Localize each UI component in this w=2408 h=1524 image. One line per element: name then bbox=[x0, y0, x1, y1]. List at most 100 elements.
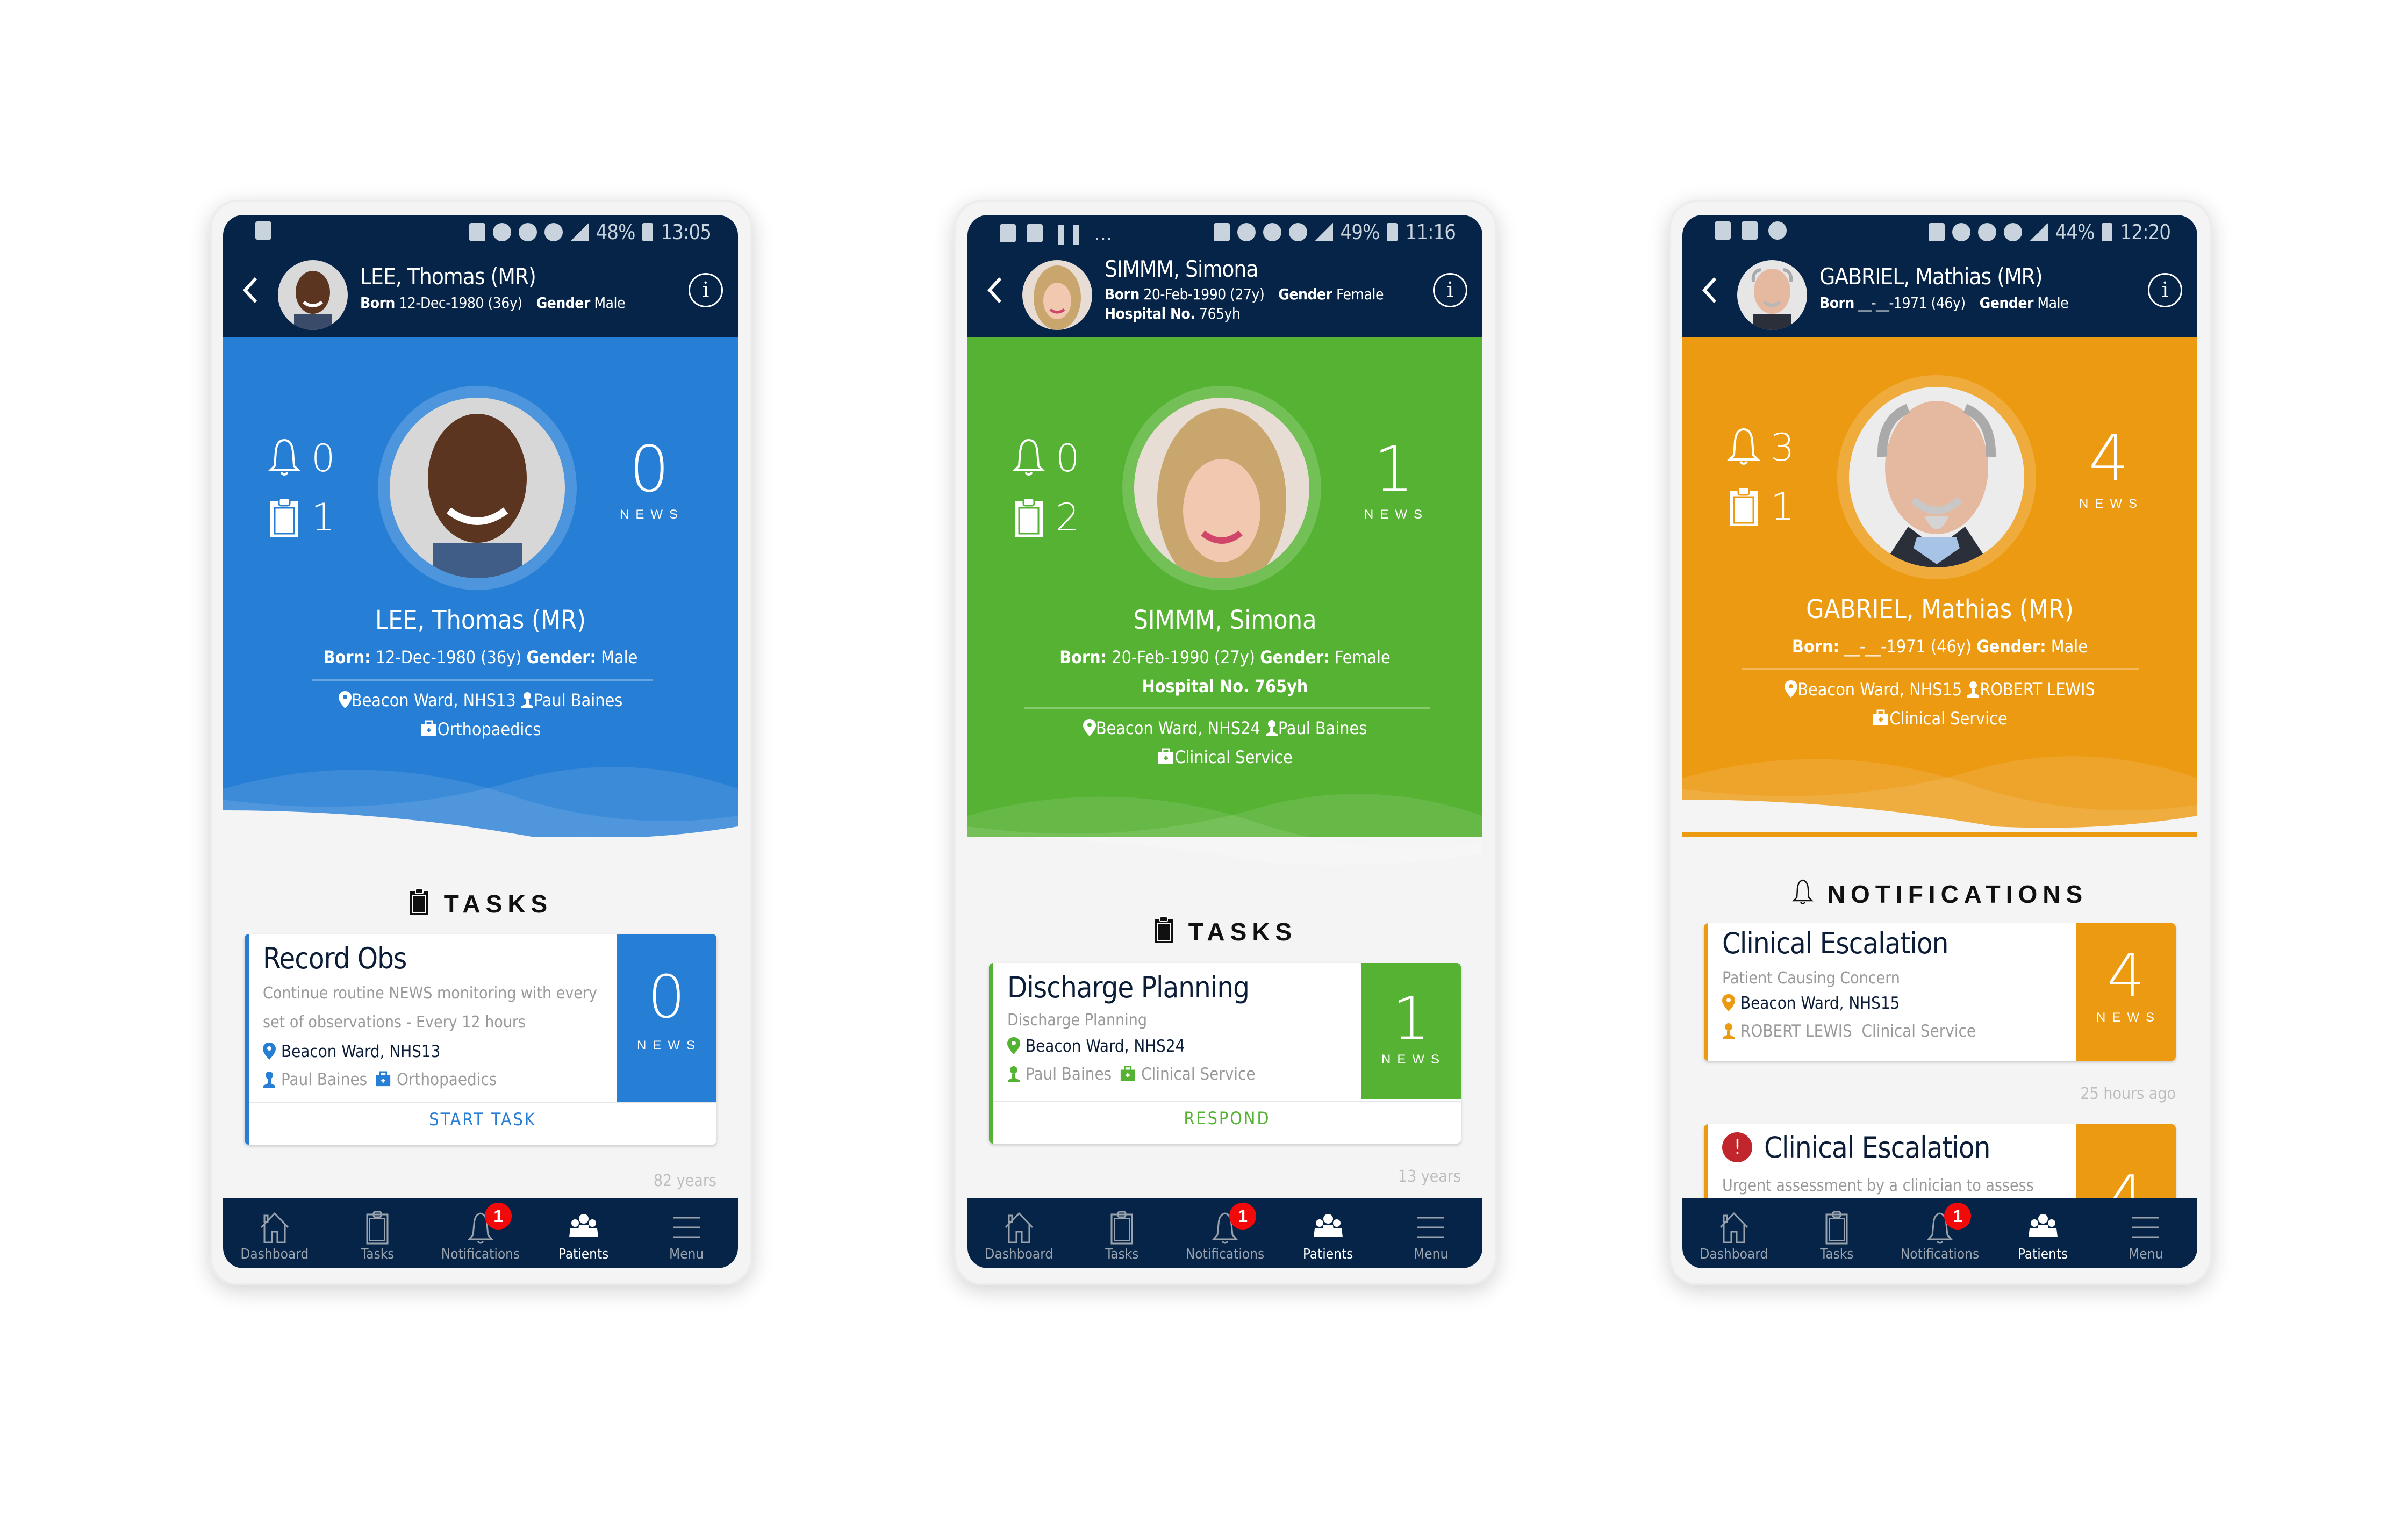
medical-kit-icon bbox=[1158, 748, 1174, 764]
hero-service-row: Clinical Service bbox=[1682, 704, 2197, 733]
nav-tasks[interactable]: Tasks bbox=[1786, 1198, 1889, 1268]
alarm-icon bbox=[1977, 223, 1996, 241]
clipboard-icon bbox=[1110, 1211, 1133, 1245]
medical-kit-icon bbox=[1120, 1066, 1135, 1081]
back-button[interactable] bbox=[1696, 274, 1723, 312]
tasks-count-row[interactable]: 2 bbox=[1012, 488, 1080, 547]
pause-icon: ❚❚ bbox=[1054, 221, 1084, 245]
hamburger-menu-icon bbox=[673, 1217, 700, 1238]
start-task-button[interactable]: START TASK bbox=[249, 1102, 716, 1145]
task-news-value: 1 bbox=[1392, 984, 1430, 1053]
hero-divider bbox=[1024, 707, 1430, 709]
top-bar: 48% 13:05 LEE, Thomas (MR) Born 12-Dec-1… bbox=[223, 215, 738, 337]
patient-hero: 3 1 4 NEWS GABRIEL, Mathias (MR) Born: _… bbox=[1682, 337, 2197, 837]
nav-menu[interactable]: Menu bbox=[1379, 1198, 1482, 1268]
clock: 13:05 bbox=[661, 220, 712, 244]
outlook-icon bbox=[1027, 224, 1043, 242]
notification-news-label: NEWS bbox=[2096, 1010, 2161, 1025]
gender-value: Male bbox=[601, 647, 638, 667]
nav-menu[interactable]: Menu bbox=[2094, 1198, 2197, 1268]
map-pin-icon bbox=[263, 1043, 276, 1060]
task-ward: Beacon Ward, NHS13 bbox=[281, 1042, 441, 1061]
gallery-icon bbox=[1000, 224, 1016, 242]
born-value: __-__-1971 (46y) bbox=[1844, 636, 1972, 657]
task-news-label: NEWS bbox=[637, 1038, 701, 1053]
nav-label: Patients bbox=[558, 1246, 609, 1262]
task-check-icon bbox=[1715, 221, 1731, 240]
task-card[interactable]: Discharge Planning Discharge Planning Be… bbox=[989, 963, 1461, 1144]
nav-tasks[interactable]: Tasks bbox=[1071, 1198, 1174, 1268]
ward-value: Beacon Ward, NHS15 bbox=[1797, 679, 1962, 700]
nav-notifications[interactable]: Notifications 1 bbox=[429, 1198, 532, 1268]
nav-patients[interactable]: Patients bbox=[1991, 1198, 2095, 1268]
nav-notifications[interactable]: Notifications 1 bbox=[1888, 1198, 1991, 1268]
notifications-count-row[interactable]: 0 bbox=[267, 429, 335, 488]
info-button[interactable]: i bbox=[1433, 273, 1467, 307]
hamburger-menu-icon bbox=[1417, 1217, 1445, 1238]
notifications-count: 0 bbox=[1056, 436, 1080, 480]
header-patient-name: SIMMM, Simona bbox=[1105, 256, 1258, 282]
task-description: Continue routine NEWS monitoring with ev… bbox=[263, 984, 597, 1032]
news-score: 1 NEWS bbox=[1348, 434, 1439, 522]
task-card[interactable]: Record Obs Continue routine NEWS monitor… bbox=[245, 934, 716, 1145]
gender-label: Gender bbox=[1979, 294, 2034, 312]
nav-menu[interactable]: Menu bbox=[635, 1198, 738, 1268]
nav-dashboard[interactable]: Dashboard bbox=[968, 1198, 1071, 1268]
wifi-icon bbox=[1288, 223, 1307, 241]
hero-service-row: Orthopaedics bbox=[223, 715, 738, 744]
task-ward-row: Beacon Ward, NHS13 bbox=[263, 1038, 440, 1065]
nav-tasks[interactable]: Tasks bbox=[326, 1198, 429, 1268]
section-title-tasks: TASKS bbox=[223, 888, 738, 918]
born-label: Born bbox=[360, 294, 395, 312]
card-stripe bbox=[1704, 923, 1708, 1061]
battery-percent: 44% bbox=[2055, 220, 2095, 244]
notification-clinician: ROBERT LEWIS bbox=[1740, 1022, 1852, 1041]
tasks-count-row[interactable]: 1 bbox=[267, 488, 335, 547]
nav-dashboard[interactable]: Dashboard bbox=[1682, 1198, 1786, 1268]
nav-patients[interactable]: Patients bbox=[1277, 1198, 1380, 1268]
patient-header: LEE, Thomas (MR) Born 12-Dec-1980 (36y) G… bbox=[223, 249, 738, 337]
nav-patients[interactable]: Patients bbox=[532, 1198, 635, 1268]
alert-exclamation-icon: ! bbox=[1722, 1132, 1752, 1162]
news-score-label: NEWS bbox=[2079, 497, 2144, 511]
bell-icon bbox=[1727, 428, 1760, 465]
nav-label: Tasks bbox=[361, 1246, 395, 1262]
nav-label: Notifications bbox=[441, 1246, 520, 1262]
patient-screen: 44% 12:20 GABRIEL, Mathias (MR) Born __-… bbox=[1682, 215, 2197, 1268]
hero-stats: 0 1 bbox=[267, 429, 335, 547]
hero-stats: 0 2 bbox=[1012, 429, 1080, 547]
notification-title-row: ! Clinical Escalation bbox=[1722, 1131, 1990, 1164]
info-button[interactable]: i bbox=[2148, 273, 2182, 307]
hero-wave-decoration bbox=[223, 767, 738, 843]
patient-hero: 0 2 1 NEWS SIMMM, Simona Born: 20-Feb-19… bbox=[968, 337, 1482, 869]
task-clinician: Paul Baines bbox=[281, 1070, 368, 1089]
nav-dashboard[interactable]: Dashboard bbox=[223, 1198, 326, 1268]
news-score-label: NEWS bbox=[620, 507, 684, 522]
tasks-count-row[interactable]: 1 bbox=[1726, 477, 1795, 536]
notifications-count-row[interactable]: 0 bbox=[1012, 429, 1080, 488]
gallery-icon bbox=[255, 221, 271, 240]
section-title-text: TASKS bbox=[1188, 918, 1298, 946]
info-button[interactable]: i bbox=[689, 273, 723, 307]
task-clinician-row: Paul Baines Clinical Service bbox=[1007, 1061, 1256, 1088]
hero-patient-name: LEE, Thomas (MR) bbox=[375, 605, 586, 635]
nav-notifications[interactable]: Notifications 1 bbox=[1173, 1198, 1277, 1268]
clinician-person-icon bbox=[1008, 1066, 1020, 1082]
notifications-count-row[interactable]: 3 bbox=[1726, 418, 1795, 477]
respond-button[interactable]: RESPOND bbox=[993, 1101, 1461, 1144]
chevron-left-icon bbox=[242, 277, 257, 304]
notification-service: Clinical Service bbox=[1861, 1022, 1976, 1041]
gender-value: Male bbox=[2037, 294, 2069, 312]
back-button[interactable] bbox=[981, 274, 1008, 312]
clipboard-icon bbox=[1015, 497, 1043, 537]
tasks-count: 1 bbox=[311, 495, 335, 540]
status-bar: ❚❚ … 49% 11:16 bbox=[968, 215, 1482, 249]
news-score-label: NEWS bbox=[1364, 507, 1429, 522]
back-button[interactable] bbox=[237, 274, 264, 312]
task-news-value: 0 bbox=[648, 962, 685, 1031]
born-label: Born: bbox=[323, 647, 371, 667]
bottom-nav: Dashboard Tasks Notifications 1 Patients… bbox=[968, 1198, 1482, 1268]
notification-card[interactable]: Clinical Escalation Patient Causing Conc… bbox=[1704, 923, 2176, 1061]
battery-saver-icon bbox=[1213, 223, 1230, 241]
hero-location-row: Beacon Ward, NHS13 Paul Baines bbox=[223, 686, 738, 715]
